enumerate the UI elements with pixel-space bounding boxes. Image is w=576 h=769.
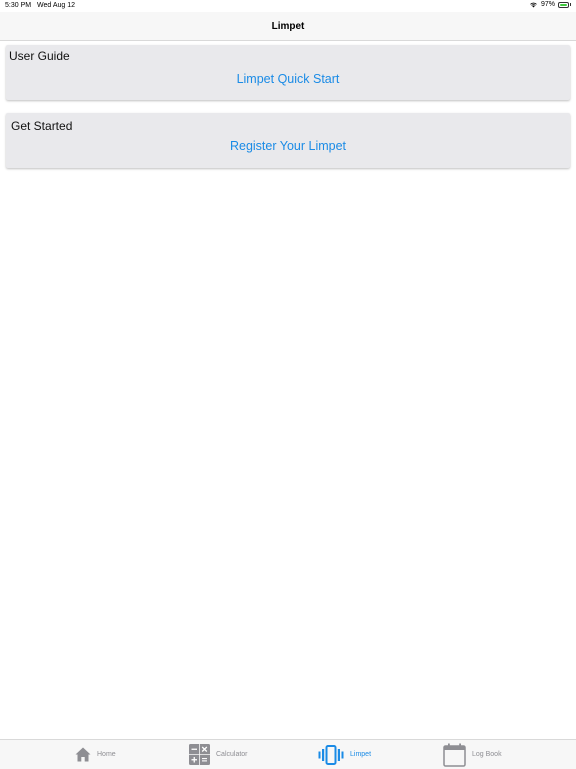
status-bar: 5:30 PM Wed Aug 12 97%	[0, 0, 576, 12]
register-limpet-link[interactable]: Register Your Limpet	[6, 139, 570, 153]
battery-level	[560, 3, 567, 6]
wifi-icon	[530, 2, 537, 8]
tab-limpet[interactable]: Limpet	[318, 740, 371, 769]
quick-start-link[interactable]: Limpet Quick Start	[6, 72, 570, 86]
status-date: Wed Aug 12	[37, 2, 76, 9]
calculator-icon	[189, 744, 210, 765]
status-time: 5:30 PM	[5, 2, 32, 9]
calendar-icon	[443, 743, 466, 767]
status-indicators: 97%	[529, 1, 571, 8]
get-started-heading: Get Started	[11, 119, 73, 133]
tab-limpet-label: Limpet	[350, 751, 372, 758]
battery-cap	[570, 3, 571, 6]
tab-bar: Home Calculator Limpet Log Book	[0, 739, 576, 769]
tab-calculator-label: Calculator	[216, 751, 248, 758]
tab-log-book[interactable]: Log Book	[443, 740, 502, 769]
battery-percent: 97%	[540, 1, 555, 8]
home-icon	[75, 747, 91, 762]
tab-home-label: Home	[97, 751, 116, 758]
tab-log-book-label: Log Book	[472, 751, 502, 758]
vibration-icon	[318, 744, 344, 765]
user-guide-card: User Guide Limpet Quick Start	[6, 45, 570, 100]
battery-icon	[558, 1, 569, 8]
navigation-bar: Limpet	[0, 12, 576, 41]
tab-calculator[interactable]: Calculator	[189, 740, 248, 769]
user-guide-heading: User Guide	[9, 49, 70, 63]
get-started-card: Get Started Register Your Limpet	[6, 113, 570, 168]
tab-home[interactable]: Home	[75, 740, 116, 769]
page-title: Limpet	[271, 20, 305, 32]
